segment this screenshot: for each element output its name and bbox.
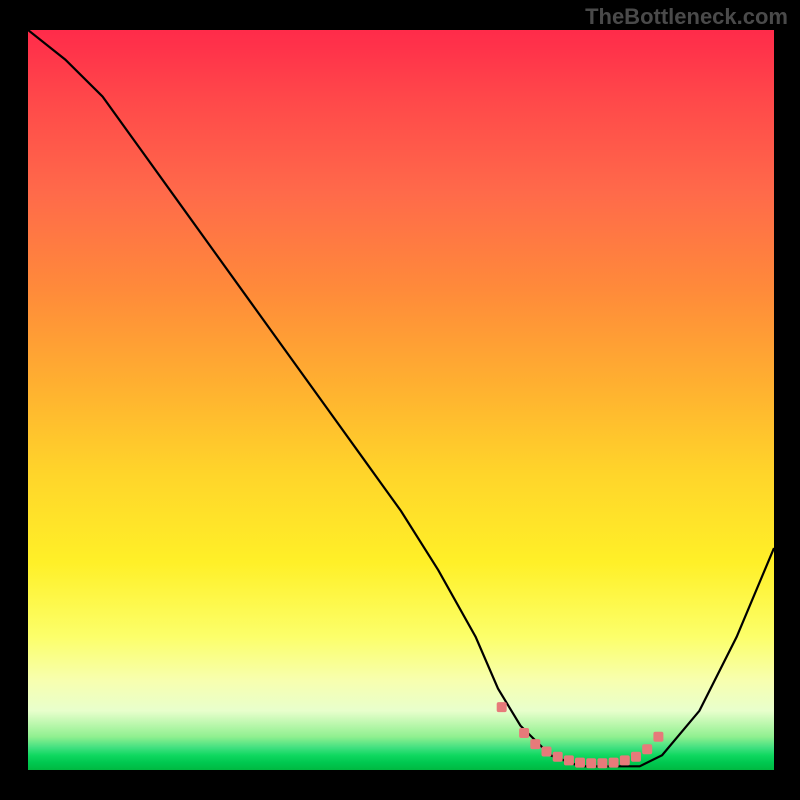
marker-point <box>553 752 563 762</box>
optimal-zone-markers <box>497 702 664 768</box>
bottleneck-curve <box>28 30 774 766</box>
chart-svg <box>28 30 774 770</box>
marker-point <box>564 755 574 765</box>
marker-point <box>542 747 552 757</box>
watermark-text: TheBottleneck.com <box>585 4 788 30</box>
marker-point <box>519 728 529 738</box>
marker-point <box>530 739 540 749</box>
plot-area <box>28 30 774 770</box>
marker-point <box>631 752 641 762</box>
marker-point <box>653 732 663 742</box>
marker-point <box>497 702 507 712</box>
marker-point <box>609 758 619 768</box>
marker-point <box>620 755 630 765</box>
marker-point <box>642 744 652 754</box>
marker-point <box>597 758 607 768</box>
marker-point <box>586 758 596 768</box>
marker-point <box>575 758 585 768</box>
